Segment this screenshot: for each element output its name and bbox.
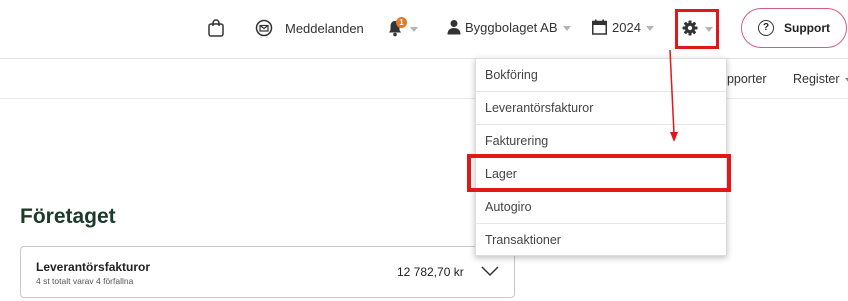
chevron-down-icon <box>562 25 571 31</box>
question-icon: ? <box>758 20 774 36</box>
company-label: Byggbolaget AB <box>465 19 558 35</box>
calendar-icon <box>592 19 607 35</box>
chevron-down-icon <box>844 77 848 83</box>
messages-label: Meddelanden <box>285 20 364 36</box>
notifications-button[interactable]: 1 <box>387 17 418 37</box>
card-amount: 12 782,70 kr <box>397 265 464 279</box>
lager-highlight-box <box>467 154 731 192</box>
chevron-down-icon <box>410 26 418 32</box>
menu-item-bokforing[interactable]: Bokföring <box>476 59 726 92</box>
settings-highlight-box <box>675 9 719 49</box>
menu-item-leverantorsfakturor[interactable]: Leverantörsfakturor <box>476 92 726 125</box>
notification-badge: 1 <box>396 17 407 28</box>
year-selector[interactable]: 2024 <box>592 19 654 35</box>
menu-item-autogiro[interactable]: Autogiro <box>476 191 726 224</box>
user-icon <box>447 20 461 35</box>
nav-register-label: Register <box>793 72 840 86</box>
nav-register[interactable]: Register <box>793 72 848 86</box>
shopping-bag-icon <box>208 19 224 37</box>
menu-item-transaktioner[interactable]: Transaktioner <box>476 224 726 257</box>
arrow-annotation <box>669 49 678 142</box>
chevron-down-icon <box>645 25 654 31</box>
card-title: Leverantörsfakturor <box>36 260 151 274</box>
shopping-bag-button[interactable] <box>207 18 225 38</box>
messages-button[interactable]: Meddelanden <box>255 19 364 37</box>
support-label: Support <box>784 21 830 35</box>
year-label: 2024 <box>612 19 641 35</box>
page-title: Företaget <box>20 205 116 228</box>
support-button[interactable]: ? Support <box>741 8 847 48</box>
chevron-down-icon[interactable] <box>480 265 500 277</box>
company-selector[interactable]: Byggbolaget AB <box>447 19 571 35</box>
envelope-icon <box>255 19 273 37</box>
supplier-invoices-card[interactable]: Leverantörsfakturor 4 st totalt varav 4 … <box>20 246 515 298</box>
card-subtitle: 4 st totalt varav 4 förfallna <box>36 276 134 286</box>
top-bar: Meddelanden 1 Byggbolaget AB 2024 ? Supp… <box>0 0 848 59</box>
